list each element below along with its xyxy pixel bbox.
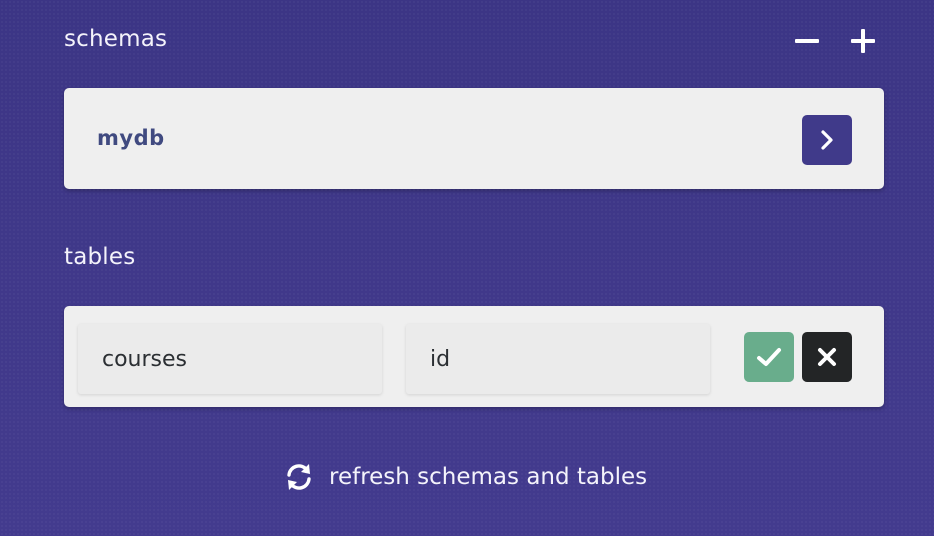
- refresh-label: refresh schemas and tables: [329, 464, 648, 490]
- confirm-table-button[interactable]: [744, 332, 794, 382]
- close-icon: [818, 348, 836, 366]
- table-key-input[interactable]: id: [406, 324, 710, 394]
- minus-icon: [795, 39, 819, 43]
- refresh-icon: [287, 464, 311, 490]
- schema-name: mydb: [97, 126, 165, 150]
- add-schema-button[interactable]: [848, 26, 878, 56]
- schema-item[interactable]: mydb: [64, 88, 884, 189]
- cancel-table-button[interactable]: [802, 332, 852, 382]
- tables-heading: tables: [64, 244, 136, 270]
- schemas-heading: schemas: [64, 26, 168, 52]
- table-name-input[interactable]: courses: [78, 324, 382, 394]
- table-row-editor: courses id: [64, 306, 884, 407]
- refresh-schemas-button[interactable]: refresh schemas and tables: [284, 459, 647, 495]
- chevron-right-icon: [821, 130, 833, 150]
- remove-schema-button[interactable]: [792, 26, 822, 56]
- plus-icon: [851, 29, 875, 53]
- check-icon: [757, 348, 781, 366]
- open-schema-button[interactable]: [802, 115, 852, 165]
